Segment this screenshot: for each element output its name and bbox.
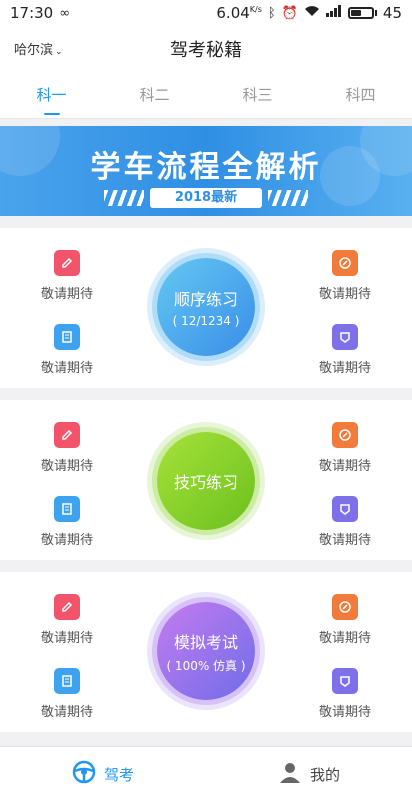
tab-subject-3[interactable]: 科三 xyxy=(206,72,309,118)
network-speed: 6.04K/s xyxy=(216,4,262,22)
clock: 17:30 xyxy=(10,4,54,22)
answer-icon xyxy=(332,496,358,522)
tab-subject-1[interactable]: 科一 xyxy=(0,72,103,118)
wifi-icon xyxy=(304,5,320,21)
status-bar: 17:30 ∞ 6.04K/s ᛒ ⏰ 45 xyxy=(0,0,412,26)
nav-label-mine: 我的 xyxy=(309,765,340,784)
compass-icon xyxy=(332,250,358,276)
feature-item-answer[interactable]: 敬请期待 xyxy=(290,324,400,376)
notes-icon xyxy=(54,496,80,522)
nav-item-exam[interactable]: 驾考 xyxy=(0,747,206,801)
edit-icon xyxy=(54,250,80,276)
feature-item-answer[interactable]: 敬请期待 xyxy=(290,668,400,720)
tab-subject-2[interactable]: 科二 xyxy=(103,72,206,118)
sequence-practice-button[interactable]: 顺序练习 ( 12/1234 ) xyxy=(147,248,265,366)
infinity-icon: ∞ xyxy=(59,5,71,21)
tips-practice-label: 技巧练习 xyxy=(173,473,238,492)
user-icon xyxy=(278,760,302,788)
banner-title: 学车流程全解析 xyxy=(90,150,322,185)
edit-icon xyxy=(54,422,80,448)
practice-section-sequence: 敬请期待 敬请期待 敬请期待 敬请期待 顺序练习 ( 12/1234 ) xyxy=(0,228,412,388)
feature-item-notes[interactable]: 敬请期待 xyxy=(12,324,122,376)
banner-stripes xyxy=(104,190,144,206)
feature-item-notes[interactable]: 敬请期待 xyxy=(12,668,122,720)
mock-exam-subtitle: ( 100% 仿真 ) xyxy=(166,658,246,673)
tab-active-indicator xyxy=(43,113,60,115)
answer-icon xyxy=(332,668,358,694)
page-title: 驾考秘籍 xyxy=(170,40,242,61)
practice-section-tips: 敬请期待 敬请期待 敬请期待 敬请期待 技巧练习 xyxy=(0,400,412,560)
tips-practice-button[interactable]: 技巧练习 xyxy=(147,422,265,540)
practice-section-mock-exam: 敬请期待 敬请期待 敬请期待 敬请期待 模拟考试 ( 100% 仿真 ) xyxy=(0,572,412,732)
tab-subject-4[interactable]: 科四 xyxy=(309,72,412,118)
nav-item-mine[interactable]: 我的 xyxy=(206,747,412,801)
alarm-icon: ⏰ xyxy=(281,5,298,21)
subject-tabs: 科一 科二 科三 科四 xyxy=(0,72,412,119)
bluetooth-icon: ᛒ xyxy=(267,5,276,21)
banner-badge: 2018最新 xyxy=(150,188,262,208)
sequence-progress: ( 12/1234 ) xyxy=(172,314,240,328)
feature-item-compass[interactable]: 敬请期待 xyxy=(290,594,400,646)
feature-item-edit[interactable]: 敬请期待 xyxy=(12,594,122,646)
steering-wheel-icon xyxy=(72,760,96,788)
mock-exam-button[interactable]: 模拟考试 ( 100% 仿真 ) xyxy=(147,592,265,710)
bottom-nav: 驾考 我的 xyxy=(0,746,412,801)
edit-icon xyxy=(54,594,80,620)
notes-icon xyxy=(54,668,80,694)
feature-item-answer[interactable]: 敬请期待 xyxy=(290,496,400,548)
compass-icon xyxy=(332,594,358,620)
battery-percent: 45 xyxy=(382,4,402,22)
sequence-practice-label: 顺序练习 xyxy=(173,290,238,309)
promo-banner[interactable]: 学车流程全解析 2018最新 xyxy=(0,126,412,216)
notes-icon xyxy=(54,324,80,350)
feature-item-compass[interactable]: 敬请期待 xyxy=(290,250,400,302)
nav-label-exam: 驾考 xyxy=(103,765,134,784)
compass-icon xyxy=(332,422,358,448)
signal-icon xyxy=(325,5,342,21)
mock-exam-label: 模拟考试 xyxy=(173,632,238,652)
battery-icon xyxy=(347,7,377,19)
app-header: 哈尔滨 ⌄ 驾考秘籍 xyxy=(0,26,412,72)
feature-item-notes[interactable]: 敬请期待 xyxy=(12,496,122,548)
feature-item-edit[interactable]: 敬请期待 xyxy=(12,250,122,302)
answer-icon xyxy=(332,324,358,350)
feature-item-compass[interactable]: 敬请期待 xyxy=(290,422,400,474)
banner-stripes xyxy=(268,190,308,206)
feature-item-edit[interactable]: 敬请期待 xyxy=(12,422,122,474)
